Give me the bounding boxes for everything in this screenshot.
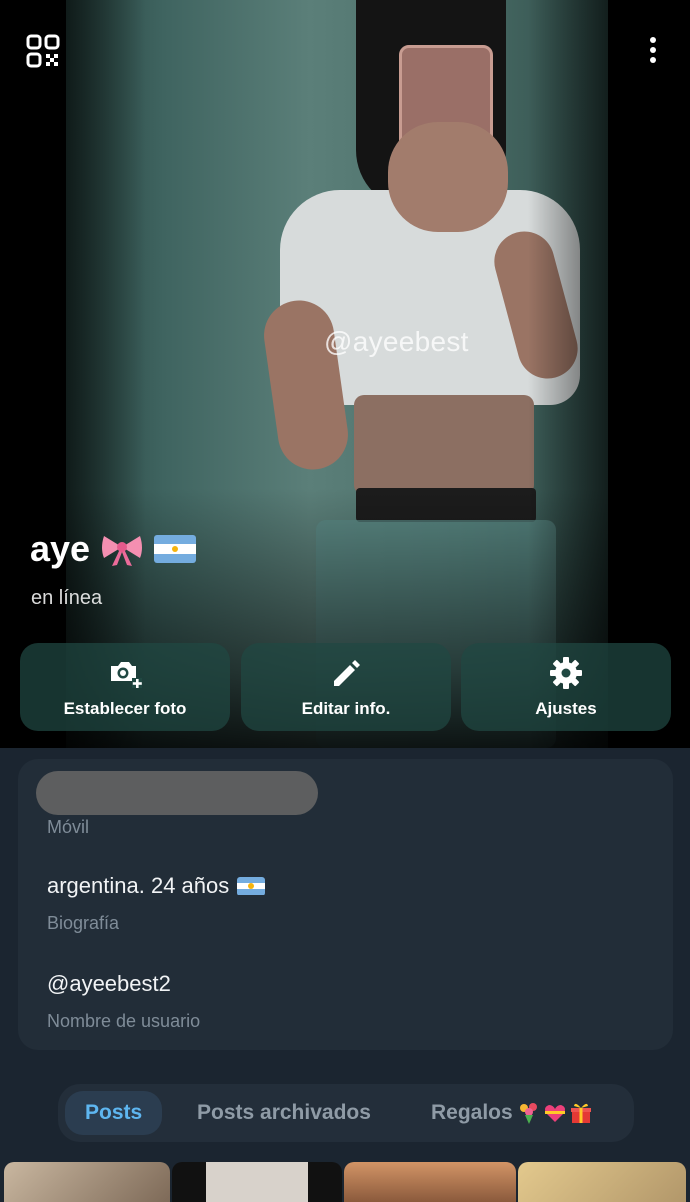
profile-tabs: Posts Posts archivados Regalos (58, 1084, 634, 1142)
set-photo-label: Establecer foto (63, 699, 187, 718)
photo-watermark: @ayeebest (324, 326, 469, 357)
edit-info-label: Editar info. (301, 699, 391, 718)
username-label: Nombre de usuario (47, 1011, 201, 1031)
bio-text: argentina. 24 años (47, 873, 230, 898)
profile-name: aye (30, 528, 91, 569)
tab-archived-posts[interactable]: Posts archivados (197, 1091, 371, 1135)
more-options-button[interactable] (640, 36, 666, 66)
post-thumbnail[interactable] (518, 1162, 686, 1202)
bouquet-icon (519, 1103, 537, 1124)
ribbon-bow-icon (102, 536, 143, 566)
phone-number-redacted[interactable] (36, 771, 318, 815)
tab-gifts[interactable]: Regalos (431, 1091, 593, 1135)
tab-gifts-label: Regalos (431, 1101, 513, 1124)
profile-name-row: aye (30, 528, 197, 570)
settings-label: Ajustes (535, 699, 597, 718)
heart-ribbon-icon (544, 1105, 565, 1122)
more-vertical-icon (650, 37, 656, 63)
online-status: en línea (31, 587, 103, 609)
camera-add-icon (111, 662, 142, 688)
post-thumbnail[interactable] (4, 1162, 170, 1202)
tab-posts[interactable]: Posts (65, 1091, 163, 1135)
pencil-icon (334, 660, 360, 686)
qr-code-button[interactable] (26, 34, 60, 68)
photo-hand (388, 122, 508, 232)
bio-label: Biografía (47, 913, 120, 933)
profile-actions: Establecer foto Editar info. Ajustes (20, 643, 690, 731)
bio-value[interactable]: argentina. 24 años (47, 873, 266, 899)
gear-icon (550, 657, 582, 689)
profile-cover: @ayeebest aye en línea Establecer foto E… (0, 0, 690, 748)
photo-belly (354, 395, 534, 495)
gift-icon (570, 1103, 591, 1123)
username-value[interactable]: @ayeebest2 (47, 971, 171, 997)
qr-code-icon (26, 34, 60, 68)
photo-shadow-right (528, 0, 608, 748)
profile-photo[interactable] (66, 0, 608, 748)
argentina-flag-icon (237, 876, 266, 896)
phone-label: Móvil (47, 817, 90, 837)
set-photo-button[interactable]: Establecer foto (20, 643, 230, 731)
photo-belt (356, 488, 536, 522)
argentina-flag-icon (154, 535, 197, 563)
photo-shadow-left (66, 0, 146, 748)
post-thumbnail[interactable] (344, 1162, 516, 1202)
edit-info-button[interactable]: Editar info. (241, 643, 451, 731)
settings-button[interactable]: Ajustes (461, 643, 671, 731)
post-thumbnail[interactable] (172, 1162, 342, 1202)
